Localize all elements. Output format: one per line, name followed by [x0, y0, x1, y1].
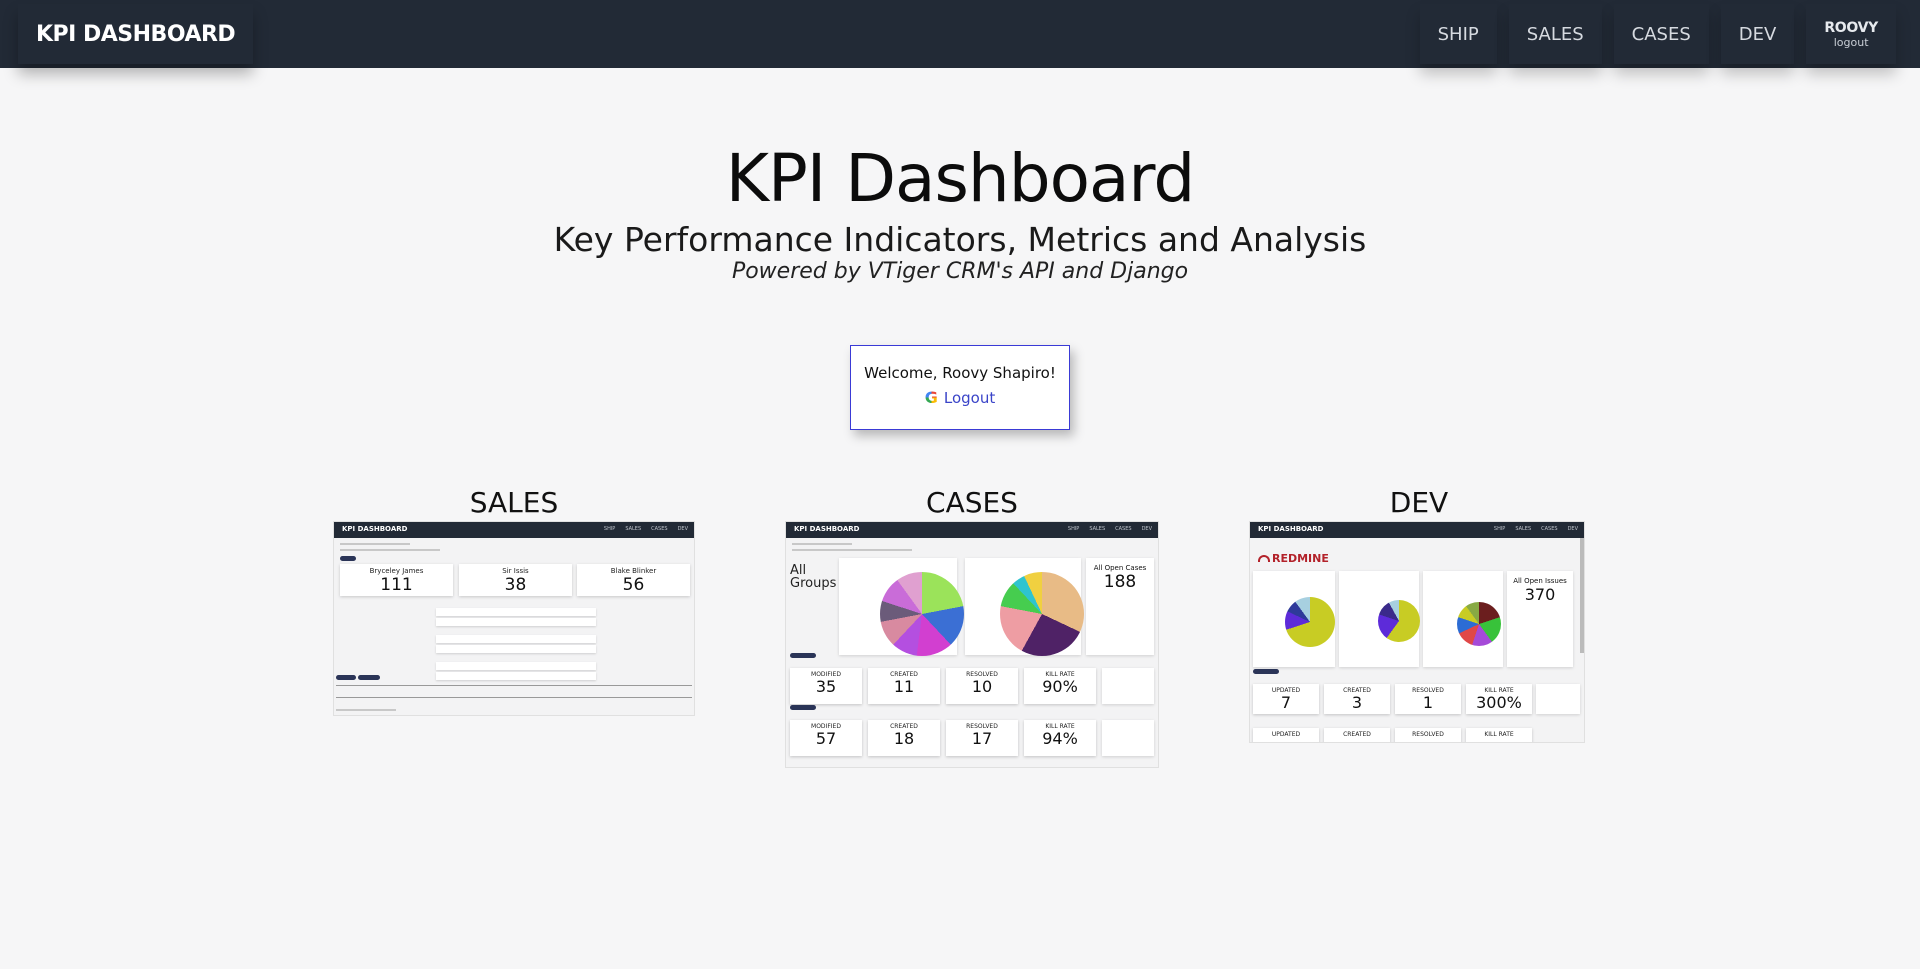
cases-week-resolved: RESOLVED 17	[946, 720, 1018, 756]
all-groups-label: All Groups	[790, 563, 837, 591]
open-cases-panel: All Open Cases 188	[1086, 558, 1154, 655]
thumb-scrollbar	[1580, 538, 1584, 653]
sales-rep-card: Sir Issis 38	[459, 564, 572, 596]
open-cases-value: 188	[1103, 572, 1137, 592]
cases-stat-kill-rate: KILL RATE 90%	[1024, 668, 1096, 704]
thumb-navbar: KPI DASHBOARD SHIP SALES CASES DEV	[1250, 522, 1584, 538]
sales-dashboard-thumbnail[interactable]: KPI DASHBOARD SHIP SALES CASES DEV Bryceley…	[333, 521, 695, 716]
redmine-logo: REDMINE	[1258, 552, 1329, 565]
donut-chart	[1378, 600, 1420, 642]
donut-chart	[1000, 572, 1084, 656]
nav-link-cases[interactable]: CASES	[1613, 4, 1709, 64]
nav-logout-link[interactable]: logout	[1834, 36, 1869, 49]
cases-week-modified: MODIFIED 57	[790, 720, 862, 756]
cases-stat-modified: MODIFIED 35	[790, 668, 862, 704]
thumb-navbar: KPI DASHBOARD SHIP SALES CASES DEV	[334, 522, 694, 538]
donut-chart	[1457, 602, 1501, 646]
dev-section-title[interactable]: DEV	[1319, 486, 1519, 519]
donut-chart	[880, 572, 964, 656]
page-title: KPI Dashboard	[725, 140, 1196, 217]
sales-section-title[interactable]: SALES	[414, 486, 614, 519]
open-issues-label: All Open Issues	[1513, 577, 1567, 585]
sales-rep-card: Blake Blinker 56	[577, 564, 690, 596]
dev-stat-updated: UPDATED 7	[1253, 684, 1319, 714]
cases-dashboard-thumbnail[interactable]: KPI DASHBOARD SHIP SALES CASES DEV All Grou…	[785, 521, 1159, 768]
dev-stat-created: CREATED 3	[1324, 684, 1390, 714]
dev-week-kill-rate: KILL RATE	[1466, 728, 1532, 742]
dev-week-created: CREATED	[1324, 728, 1390, 742]
nav-menu: SHIP SALES CASES DEV ROOVY logout	[1419, 4, 1896, 64]
nav-link-sales[interactable]: SALES	[1508, 4, 1602, 64]
page-subtitle: Key Performance Indicators, Metrics and …	[553, 220, 1367, 259]
nav-link-ship[interactable]: SHIP	[1419, 4, 1497, 64]
thumb-brand: KPI DASHBOARD	[342, 525, 408, 533]
cases-stat-created: CREATED 11	[868, 668, 940, 704]
nav-user-menu[interactable]: ROOVY logout	[1806, 4, 1896, 64]
sales-rep-card: Bryceley James 111	[340, 564, 453, 596]
dev-dashboard-thumbnail[interactable]: KPI DASHBOARD SHIP SALES CASES DEV REDMINE …	[1249, 521, 1585, 743]
cases-section-title[interactable]: CASES	[872, 486, 1072, 519]
open-issues-value: 370	[1524, 585, 1556, 604]
donut-chart	[1285, 597, 1335, 647]
logout-label: Logout	[943, 388, 996, 407]
nav-user-name: ROOVY	[1824, 19, 1878, 36]
open-issues-panel: All Open Issues 370	[1507, 571, 1573, 667]
top-navbar: KPI DASHBOARD SHIP SALES CASES DEV ROOVY…	[0, 0, 1920, 68]
thumb-nav: SHIP SALES CASES DEV	[603, 526, 688, 532]
dev-stat-kill-rate: KILL RATE 300%	[1466, 684, 1532, 714]
brand-logo[interactable]: KPI DASHBOARD	[18, 4, 254, 64]
cases-week-kill-rate: KILL RATE 94%	[1024, 720, 1096, 756]
google-logout-button[interactable]: G Logout	[925, 388, 996, 407]
welcome-box: Welcome, Roovy Shapiro! G Logout	[850, 345, 1070, 430]
powered-by-text: Powered by VTiger CRM's API and Django	[731, 259, 1189, 284]
dev-week-resolved: RESOLVED	[1395, 728, 1461, 742]
dev-stat-resolved: RESOLVED 1	[1395, 684, 1461, 714]
google-icon: G	[924, 388, 938, 407]
dev-week-updated: UPDATED	[1253, 728, 1319, 742]
nav-link-dev[interactable]: DEV	[1720, 4, 1795, 64]
open-cases-label: All Open Cases	[1093, 564, 1147, 572]
cases-week-created: CREATED 18	[868, 720, 940, 756]
welcome-message: Welcome, Roovy Shapiro!	[864, 364, 1056, 382]
thumb-navbar: KPI DASHBOARD SHIP SALES CASES DEV	[786, 522, 1158, 538]
cases-stat-resolved: RESOLVED 10	[946, 668, 1018, 704]
